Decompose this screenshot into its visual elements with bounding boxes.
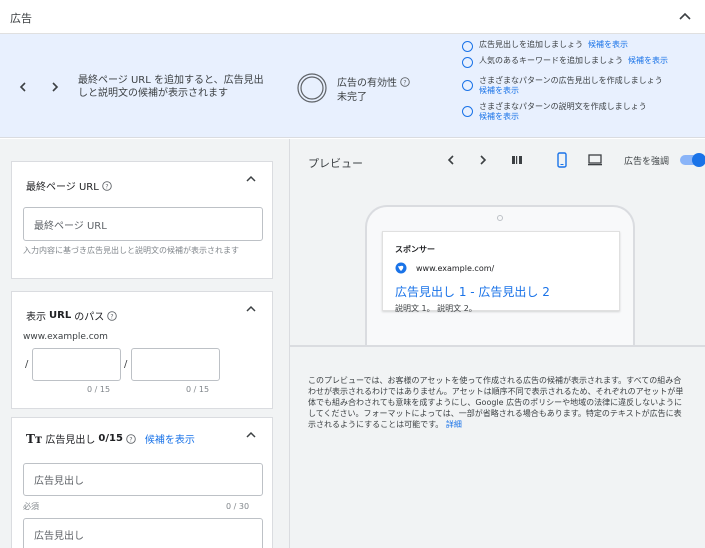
preview-divider — [290, 345, 705, 347]
show-suggestions-link[interactable]: 候補を表示 — [628, 56, 668, 66]
final-url-input[interactable]: 最終ページ URL — [23, 207, 263, 241]
headlines-count: 0/15 — [98, 433, 123, 444]
desktop-device-icon[interactable] — [587, 153, 603, 167]
radio-icon[interactable] — [462, 80, 473, 91]
columns-icon[interactable] — [510, 153, 524, 167]
help-icon[interactable]: ? — [102, 180, 112, 191]
banner-message: 最終ページ URL を追加すると、広告見出しと説明文の候補が表示されます — [78, 75, 264, 99]
path2-input[interactable] — [131, 348, 220, 381]
headline-input[interactable]: 広告見出し — [23, 463, 263, 496]
suggestion-text: 広告見出しを追加しましょう — [479, 40, 583, 49]
headline-counter: 0 / 30 — [226, 502, 250, 511]
radio-icon[interactable] — [462, 41, 473, 52]
suggestion-text-wrap: さまざまなパターンの広告見出しを作成しましょう 候補を表示 — [479, 76, 663, 96]
ad-section-header: 広告 — [0, 0, 705, 34]
preview-note-text: このプレビューでは、お客様のアセットを使って作成される広告の候補が表示されます。… — [308, 376, 684, 429]
final-url-hint: 入力内容に基づき広告見出しと説明文の候補が表示されます — [23, 246, 239, 255]
toggle-knob — [692, 153, 705, 167]
text-format-icon: Tт — [26, 431, 43, 446]
display-path-title: 表示 URL のパス ? — [26, 308, 117, 323]
emphasize-ad-label: 広告を強調 — [624, 157, 670, 167]
effectiveness-title-text: 広告の有効性 — [337, 78, 397, 89]
svg-text:?: ? — [129, 436, 132, 443]
radio-icon[interactable] — [462, 106, 473, 117]
path1-input[interactable] — [32, 348, 121, 381]
svg-text:?: ? — [105, 183, 108, 190]
show-suggestions-link[interactable]: 候補を表示 — [479, 112, 647, 122]
ad-display-url: www.example.com/ — [416, 264, 495, 273]
chevron-up-icon[interactable] — [244, 302, 258, 316]
chevron-right-icon[interactable] — [48, 80, 62, 94]
suggestion-text: 人気のあるキーワードを追加しましょう — [479, 56, 623, 65]
suggestion-item[interactable]: さまざまなパターンの広告見出しを作成しましょう 候補を表示 — [462, 76, 702, 96]
suggestion-item[interactable]: 人気のあるキーワードを追加しましょう 候補を表示 — [462, 56, 702, 68]
globe-icon — [395, 262, 407, 274]
headlines-card: Tт 広告見出し 0/15 ? 候補を表示 広告見出し 必須 0 / 30 広告… — [11, 417, 273, 548]
chevron-left-icon[interactable] — [16, 80, 30, 94]
chevron-right-icon[interactable] — [476, 153, 490, 167]
final-url-title: 最終ページ URL ? — [26, 178, 112, 193]
final-url-card: 最終ページ URL ? 最終ページ URL 入力内容に基づき広告見出しと説明文の… — [11, 161, 273, 279]
svg-text:?: ? — [403, 79, 406, 86]
chevron-up-icon[interactable] — [244, 428, 258, 442]
svg-text:?: ? — [111, 313, 114, 320]
suggestion-text: さまざまなパターンの説明文を作成しましょう — [479, 102, 647, 111]
ad-editor-pane: 最終ページ URL ? 最終ページ URL 入力内容に基づき広告見出しと説明文の… — [0, 139, 289, 548]
effectiveness-status: 未完了 — [337, 92, 367, 103]
display-path-title-bold: URL — [49, 310, 72, 321]
suggestion-text-wrap: さまざまなパターンの説明文を作成しましょう 候補を表示 — [479, 102, 647, 122]
radio-icon[interactable] — [462, 57, 473, 68]
display-domain: www.example.com — [23, 332, 108, 342]
show-suggestions-link[interactable]: 候補を表示 — [145, 431, 195, 446]
suggestion-item[interactable]: さまざまなパターンの説明文を作成しましょう 候補を表示 — [462, 102, 702, 122]
display-path-title-suffix: のパス — [74, 312, 105, 323]
path-slash: / — [124, 359, 128, 370]
suggestion-text: さまざまなパターンの広告見出しを作成しましょう — [479, 76, 663, 85]
display-path-card: 表示 URL のパス ? www.example.com / / 0 / 15 … — [11, 291, 273, 409]
help-icon[interactable]: ? — [107, 310, 117, 321]
path1-counter: 0 / 15 — [87, 385, 111, 394]
show-suggestions-link[interactable]: 候補を表示 — [588, 40, 628, 50]
effectiveness-ring-icon — [297, 73, 327, 103]
headlines-title-text: 広告見出し — [45, 435, 96, 446]
learn-more-link[interactable]: 詳細 — [446, 420, 462, 429]
sponsor-label: スポンサー — [395, 245, 435, 254]
preview-note: このプレビューでは、お客様のアセットを使って作成される広告の候補が表示されます。… — [308, 375, 688, 430]
ad-description: 説明文 1。 説明文 2。 — [395, 304, 477, 313]
suggestion-banner: 最終ページ URL を追加すると、広告見出しと説明文の候補が表示されます 広告の… — [0, 34, 705, 138]
camera-icon — [497, 215, 503, 221]
chevron-left-icon[interactable] — [444, 153, 458, 167]
headline-required-hint: 必須 — [23, 502, 39, 511]
show-suggestions-link[interactable]: 候補を表示 — [479, 86, 663, 96]
effectiveness-title: 広告の有効性 ? — [337, 74, 410, 89]
path-slash: / — [25, 359, 29, 370]
suggestion-list: 広告見出しを追加しましょう 候補を表示 人気のあるキーワードを追加しましょう 候… — [462, 40, 702, 126]
headlines-title: Tт 広告見出し 0/15 ? 候補を表示 — [26, 431, 195, 447]
ad-preview-card: スポンサー www.example.com/ 広告見出し 1 - 広告見出し 2… — [382, 231, 620, 313]
preview-label: プレビュー — [308, 157, 363, 170]
final-url-title-text: 最終ページ URL — [26, 182, 99, 193]
help-icon[interactable]: ? — [400, 76, 410, 87]
ad-headline: 広告見出し 1 - 広告見出し 2 — [395, 285, 550, 299]
section-title: 広告 — [10, 12, 32, 25]
chevron-up-icon[interactable] — [677, 8, 693, 24]
headline-input[interactable]: 広告見出し — [23, 518, 263, 548]
suggestion-item[interactable]: 広告見出しを追加しましょう 候補を表示 — [462, 40, 702, 52]
mobile-device-icon[interactable] — [555, 152, 569, 168]
chevron-up-icon[interactable] — [244, 172, 258, 186]
emphasize-ad-toggle[interactable] — [680, 153, 705, 167]
help-icon[interactable]: ? — [126, 433, 136, 444]
preview-pane: プレビュー 広告を強調 スポンサー www.example.com/ 広告見出し… — [289, 139, 705, 548]
phone-frame: スポンサー www.example.com/ 広告見出し 1 - 広告見出し 2… — [365, 205, 635, 345]
display-path-title-prefix: 表示 — [26, 312, 46, 323]
path2-counter: 0 / 15 — [186, 385, 210, 394]
